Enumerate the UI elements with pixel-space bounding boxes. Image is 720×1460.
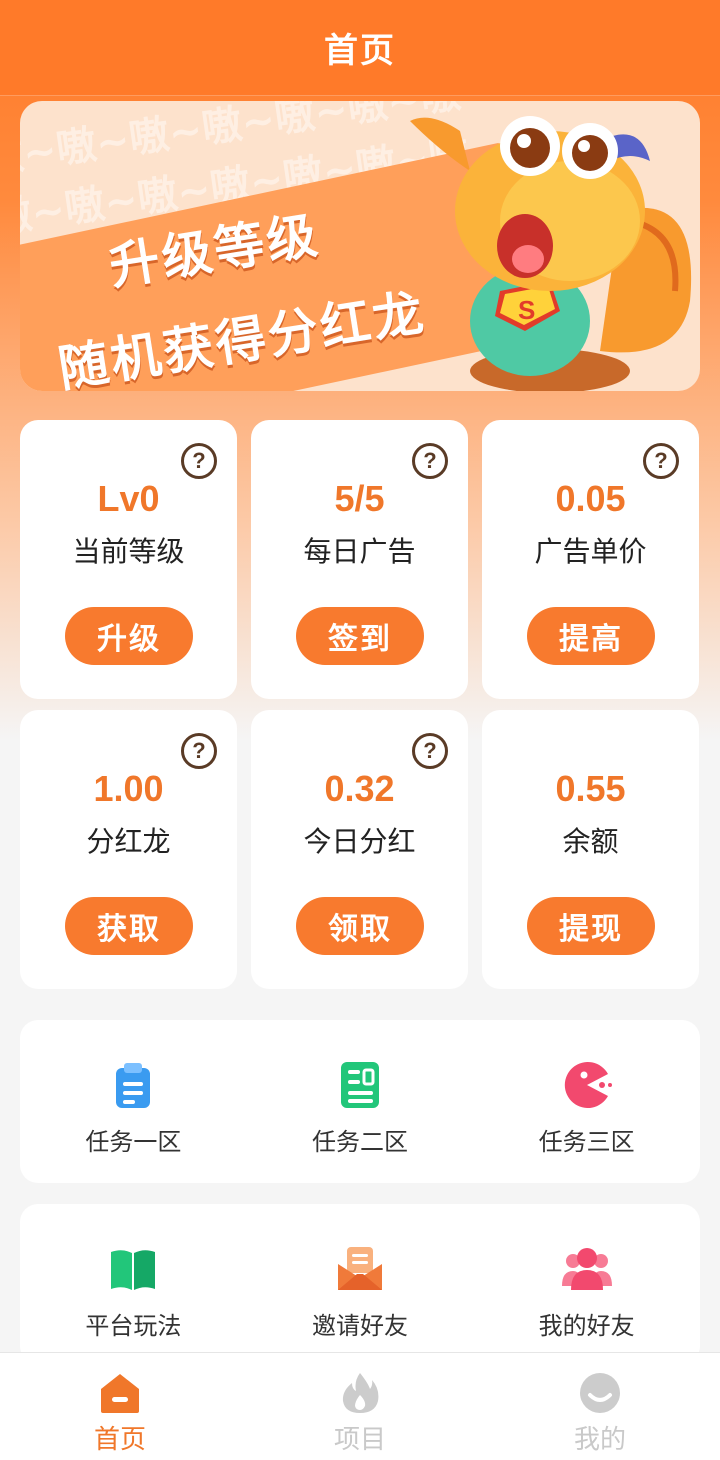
help-icon[interactable]: ? [181, 443, 217, 479]
invite-friends-label: 邀请好友 [312, 1312, 408, 1340]
tab-mine-label: 我的 [573, 1425, 626, 1455]
help-icon[interactable]: ? [643, 443, 679, 479]
stat-value-level: Lv0 [97, 478, 160, 519]
task-zone-3[interactable]: 任务三区 [473, 1020, 700, 1183]
stat-label-daily-ads: 每日广告 [303, 535, 416, 568]
obtain-button[interactable]: 获取 [65, 897, 193, 955]
tab-home[interactable]: 首页 [0, 1353, 240, 1460]
withdraw-button[interactable]: 提现 [527, 897, 655, 955]
stat-value-ad-price: 0.05 [555, 478, 626, 519]
task-zones-card: 任务一区 任务二区 任务三区 [20, 1020, 700, 1183]
task-zone-2[interactable]: 任务二区 [247, 1020, 474, 1183]
task-zone-1-label: 任务一区 [85, 1128, 182, 1156]
task-zone-2-label: 任务二区 [312, 1128, 408, 1156]
raise-price-button[interactable]: 提高 [527, 607, 655, 665]
friends-icon [561, 1248, 612, 1290]
stat-card-daily-ads: ? 5/5 每日广告 签到 [251, 420, 468, 699]
stat-label-today-dividend: 今日分红 [303, 825, 416, 858]
tab-projects[interactable]: 项目 [240, 1353, 480, 1460]
task-zone-1[interactable]: 任务一区 [20, 1020, 247, 1183]
task-zone-3-label: 任务三区 [538, 1128, 635, 1156]
platform-guide-label: 平台玩法 [85, 1312, 182, 1340]
my-friends[interactable]: 我的好友 [473, 1204, 700, 1364]
stat-value-balance: 0.55 [555, 768, 626, 809]
page-title: 首页 [324, 31, 396, 71]
stat-card-today-dividend: ? 0.32 今日分红 领取 [251, 710, 468, 989]
stat-card-balance: 0.55 余额 提现 [482, 710, 699, 989]
platform-guide[interactable]: 平台玩法 [20, 1204, 247, 1364]
checkin-button[interactable]: 签到 [296, 607, 424, 665]
bottom-tab-bar: 首页 项目 我的 [0, 1352, 720, 1460]
document-icon [341, 1062, 379, 1108]
stat-value-today-dividend: 0.32 [324, 768, 395, 809]
help-icon[interactable]: ? [412, 733, 448, 769]
help-icon[interactable]: ? [412, 443, 448, 479]
stat-label-ad-price: 广告单价 [534, 535, 647, 568]
tab-home-label: 首页 [93, 1425, 146, 1455]
claim-button[interactable]: 领取 [296, 897, 424, 955]
pacman-icon [564, 1062, 612, 1108]
help-icon[interactable]: ? [181, 733, 217, 769]
home-icon [101, 1374, 139, 1413]
stat-value-daily-ads: 5/5 [334, 478, 385, 519]
flame-icon [342, 1373, 379, 1413]
s-badge-letter: S [518, 295, 535, 325]
envelope-icon [338, 1247, 382, 1290]
dragon-mascot-illustration: S [410, 116, 692, 391]
stat-value-dividend-dragon: 1.00 [93, 768, 164, 809]
stat-card-dividend-dragon: ? 1.00 分红龙 获取 [20, 710, 237, 989]
stat-label-balance: 余额 [562, 825, 619, 858]
smile-icon [580, 1373, 620, 1413]
stat-card-level: ? Lv0 当前等级 升级 [20, 420, 237, 699]
my-friends-label: 我的好友 [538, 1312, 635, 1340]
stat-label-level: 当前等级 [72, 535, 185, 568]
clipboard-icon [116, 1063, 151, 1108]
tools-card: 平台玩法 邀请好友 我的好友 [20, 1204, 700, 1364]
stat-card-ad-price: ? 0.05 广告单价 提高 [482, 420, 699, 699]
stat-label-dividend-dragon: 分红龙 [86, 825, 171, 858]
invite-friends[interactable]: 邀请好友 [247, 1204, 474, 1364]
promo-banner[interactable]: 嗷~嗷~嗷~嗷~嗷~嗷~嗷~嗷~嗷~嗷~嗷~嗷~嗷~嗷~嗷~嗷~嗷~嗷~嗷~嗷~… [20, 101, 700, 391]
tab-mine[interactable]: 我的 [480, 1353, 720, 1460]
top-bar: 首页 [0, 0, 720, 96]
upgrade-button[interactable]: 升级 [65, 607, 193, 665]
book-icon [111, 1250, 156, 1290]
tab-projects-label: 项目 [333, 1425, 386, 1455]
